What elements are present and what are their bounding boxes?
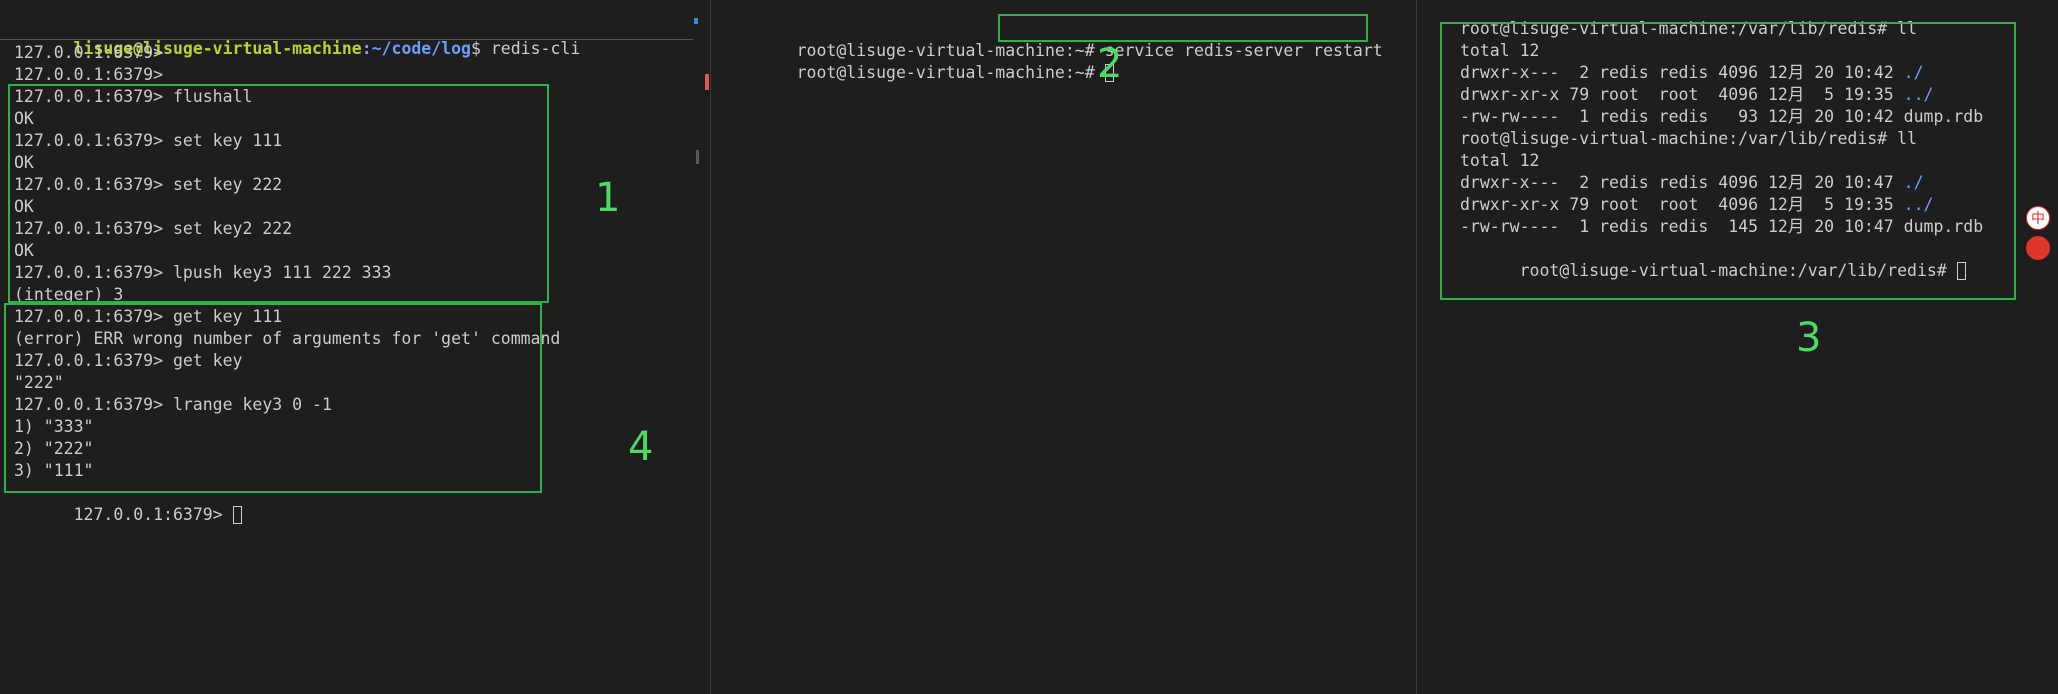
scrollbar-thumb-left[interactable]: [696, 150, 699, 164]
scrollbar-marker-blue: [694, 18, 698, 24]
annotation-number-4: 4: [628, 424, 654, 470]
terminal-title-underline: [0, 39, 693, 40]
annotation-number-1: 1: [595, 175, 621, 221]
ime-settings-icon[interactable]: [2026, 236, 2050, 260]
text-cursor: [232, 506, 242, 524]
terminal-prompt: 127.0.0.1:6379>: [73, 505, 233, 524]
terminal-pane-right[interactable]: root@lisuge-virtual-machine:/var/lib/red…: [1434, 0, 2058, 694]
annotation-number-3: 3: [1796, 315, 1822, 361]
terminal-middle-line-2[interactable]: root@lisuge-virtual-machine:~#: [737, 40, 1114, 106]
annotation-box-3: [1440, 22, 2016, 300]
terminal-command: service redis-server restart: [1104, 41, 1383, 60]
annotation-box-2: [998, 14, 1368, 42]
scrollbar-marker-red: [705, 74, 709, 90]
ime-chinese-icon[interactable]: 中: [2026, 206, 2050, 230]
pane-divider-2[interactable]: [1416, 0, 1417, 694]
terminal-line: 127.0.0.1:6379>: [14, 43, 164, 62]
terminal-prompt: root@lisuge-virtual-machine:~#: [796, 63, 1105, 82]
annotation-number-2: 2: [1097, 41, 1123, 87]
annotation-box-4: [4, 303, 542, 493]
annotation-box-1: [8, 84, 549, 303]
terminal-line: 127.0.0.1:6379>: [14, 65, 164, 84]
desktop-screen: lisuge@lisuge-virtual-machine:~/code/log…: [0, 0, 2058, 694]
terminal-pane-left[interactable]: lisuge@lisuge-virtual-machine:~/code/log…: [0, 0, 693, 694]
terminal-pane-middle[interactable]: root@lisuge-virtual-machine:~# service r…: [711, 0, 1416, 694]
